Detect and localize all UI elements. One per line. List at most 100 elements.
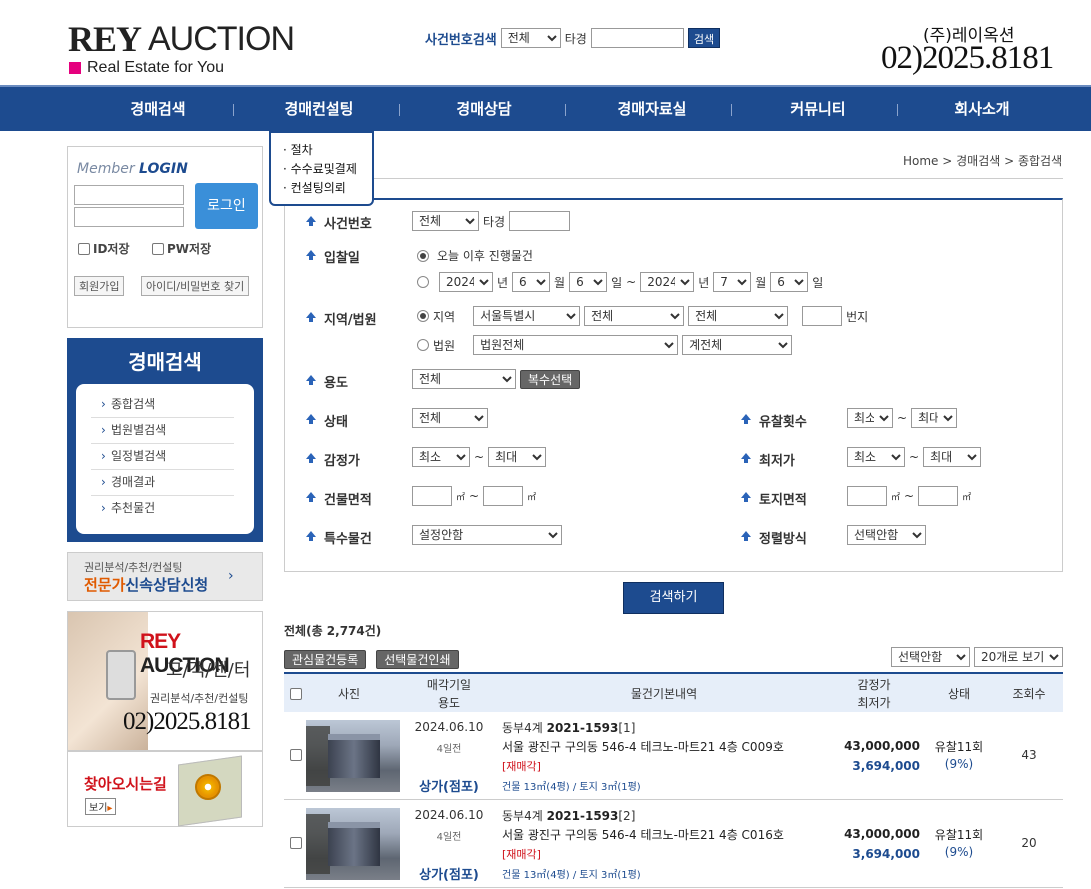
row-checkbox[interactable] (290, 749, 302, 761)
add-favorite-button[interactable]: 관심물건등록 (284, 650, 367, 669)
dropdown-item-fees[interactable]: · 수수료및결제 (283, 160, 372, 179)
sale-date: 2024.06.10 (414, 720, 484, 734)
region-label: 지역/법원 (304, 309, 377, 328)
nav-item-community[interactable]: 커뮤니티 (743, 87, 893, 131)
lowest-price-label: 최저가 (739, 450, 795, 469)
table-row[interactable]: 2024.06.10 4일전 상가(점포) 동부4계 2021-1593[1] … (284, 712, 1063, 800)
play-icon: ▸ (107, 803, 113, 814)
land-area-min[interactable] (847, 486, 887, 506)
fail-max-select[interactable]: 최대 (911, 408, 958, 428)
to-year-select[interactable]: 2024 (640, 272, 695, 292)
side-item-results[interactable]: 경매결과 (91, 470, 234, 496)
case-info[interactable]: 동부4계 2021-1593[2] (502, 807, 635, 824)
save-id-checkbox[interactable]: ID저장 (78, 240, 130, 257)
building-area-max[interactable] (483, 486, 524, 506)
multi-select-button[interactable]: 복수선택 (520, 369, 581, 389)
map-view-button[interactable]: 보기▸ (85, 798, 117, 815)
case-number-input[interactable] (590, 28, 684, 48)
special-item-select[interactable]: 설정안함 (412, 525, 562, 545)
property-photo[interactable] (306, 808, 400, 880)
case-court-select[interactable]: 전체 (412, 211, 479, 231)
case-number-row: 전체 타경 (412, 211, 571, 231)
radio-icon[interactable] (417, 249, 429, 262)
nav-item-about[interactable]: 회사소개 (907, 87, 1057, 131)
property-address[interactable]: 서울 광진구 구의동 546-4 테크노-마트21 4층 C009호 (502, 738, 784, 755)
case-search-select[interactable]: 전체 (500, 28, 561, 48)
to-month-select[interactable]: 7 (713, 272, 752, 292)
case-number-field[interactable] (509, 211, 571, 231)
building-area-min[interactable] (412, 486, 452, 506)
appraisal-price: 43,000,000 (844, 827, 920, 841)
unit-month: 월 (755, 275, 767, 290)
checkbox-icon[interactable] (78, 242, 90, 255)
from-month-select[interactable]: 6 (512, 272, 551, 292)
region-gu-select[interactable]: 전체 (584, 306, 685, 326)
court-select[interactable]: 법원전체 (473, 335, 679, 355)
property-photo[interactable] (306, 720, 400, 792)
property-address[interactable]: 서울 광진구 구의동 546-4 테크노-마트21 4층 C016호 (502, 826, 784, 843)
per-page-select[interactable]: 20개로 보기 (974, 647, 1063, 667)
result-sort-select[interactable]: 선택안함 (891, 647, 970, 667)
fail-min-select[interactable]: 최소 (847, 408, 893, 428)
nav-item-counsel[interactable]: 경매상담 (409, 87, 559, 131)
join-button[interactable]: 회원가입 (74, 276, 125, 296)
map-banner[interactable]: 찾아오시는길 보기▸ (67, 751, 263, 827)
bid-range-row: 2024 년 6월 6일 ~ 2024 년 7월 6일 (417, 272, 823, 292)
side-item-recommend[interactable]: 추천물건 (91, 496, 234, 522)
region-dong-select[interactable]: 전체 (688, 306, 789, 326)
from-year-select[interactable]: 2024 (439, 272, 493, 292)
appraisal-min-select[interactable]: 최소 (412, 447, 470, 467)
to-day-select[interactable]: 6 (770, 272, 809, 292)
bunji-input[interactable] (802, 306, 843, 326)
dropdown-item-request[interactable]: · 컨설팅의뢰 (283, 179, 372, 198)
land-area-max[interactable] (918, 486, 959, 506)
court-name: 동부4계 (502, 809, 543, 823)
consult-banner[interactable]: 권리분석/추천/컨설팅 전문가신속상담신청 › (67, 552, 263, 601)
checkbox-icon[interactable] (152, 242, 164, 255)
case-search-button[interactable]: 검색 (687, 28, 721, 48)
court-radio[interactable] (417, 339, 429, 351)
nav-item-consulting[interactable]: 경매컨설팅 (244, 87, 394, 131)
region-radio[interactable] (417, 310, 429, 322)
row-checkbox[interactable] (290, 837, 302, 849)
login-button[interactable]: 로그인 (195, 183, 258, 229)
customer-center-banner[interactable]: REY AUCTION 고/객/센/터 권리분석/추천/컨설팅 02)2025.… (67, 611, 263, 751)
login-id-input[interactable] (74, 185, 184, 205)
save-pw-checkbox[interactable]: PW저장 (152, 240, 211, 257)
print-selected-button[interactable]: 선택물건인쇄 (376, 650, 459, 669)
login-pw-input[interactable] (74, 207, 184, 227)
consulting-dropdown: · 절차 · 수수료및결제 · 컨설팅의뢰 (269, 131, 374, 206)
side-item-schedule[interactable]: 일정별검색 (91, 444, 234, 470)
usage-select[interactable]: 전체 (412, 369, 516, 389)
state-select[interactable]: 전체 (412, 408, 488, 428)
select-all-checkbox[interactable] (290, 688, 302, 700)
dropdown-item-procedure[interactable]: · 절차 (283, 141, 372, 160)
region-sido-select[interactable]: 서울특별시 (473, 306, 581, 326)
lowest-max-select[interactable]: 최대 (923, 447, 982, 467)
table-row[interactable]: 2024.06.10 4일전 상가(점포) 동부4계 2021-1593[2] … (284, 800, 1063, 888)
th-usage: 용도 (437, 696, 461, 710)
building-shape (328, 734, 380, 778)
login-title-member: Member (77, 161, 135, 177)
logo-auction[interactable]: AUCTION (148, 22, 295, 56)
lowest-min-select[interactable]: 최소 (847, 447, 905, 467)
side-item-court[interactable]: 법원별검색 (91, 418, 234, 444)
bid-today-option[interactable]: 오늘 이후 진행물건 (417, 247, 533, 264)
submit-search-button[interactable]: 검색하기 (623, 582, 724, 614)
from-day-select[interactable]: 6 (569, 272, 608, 292)
bid-range-radio[interactable] (417, 276, 429, 288)
logo-rey[interactable]: REY (68, 21, 142, 57)
case-type-label: 타경 (564, 31, 587, 46)
area-info: 건물 13㎡(4평) / 토지 3㎡(1평) (502, 782, 641, 793)
nav-item-auction-search[interactable]: 경매검색 (83, 87, 233, 131)
nav-item-library[interactable]: 경매자료실 (577, 87, 727, 131)
appraisal-max-select[interactable]: 최대 (488, 447, 547, 467)
sort-method-select[interactable]: 선택안함 (847, 525, 926, 545)
side-item-general[interactable]: 종합검색 (91, 392, 234, 418)
case-info[interactable]: 동부4계 2021-1593[1] (502, 719, 635, 736)
result-options: 선택안함 20개로 보기 (891, 647, 1063, 667)
find-account-button[interactable]: 아이디/비밀번호 찾기 (141, 276, 250, 296)
item-number: [1] (618, 721, 636, 735)
court-division-select[interactable]: 계전체 (682, 335, 793, 355)
divider (373, 178, 1063, 179)
